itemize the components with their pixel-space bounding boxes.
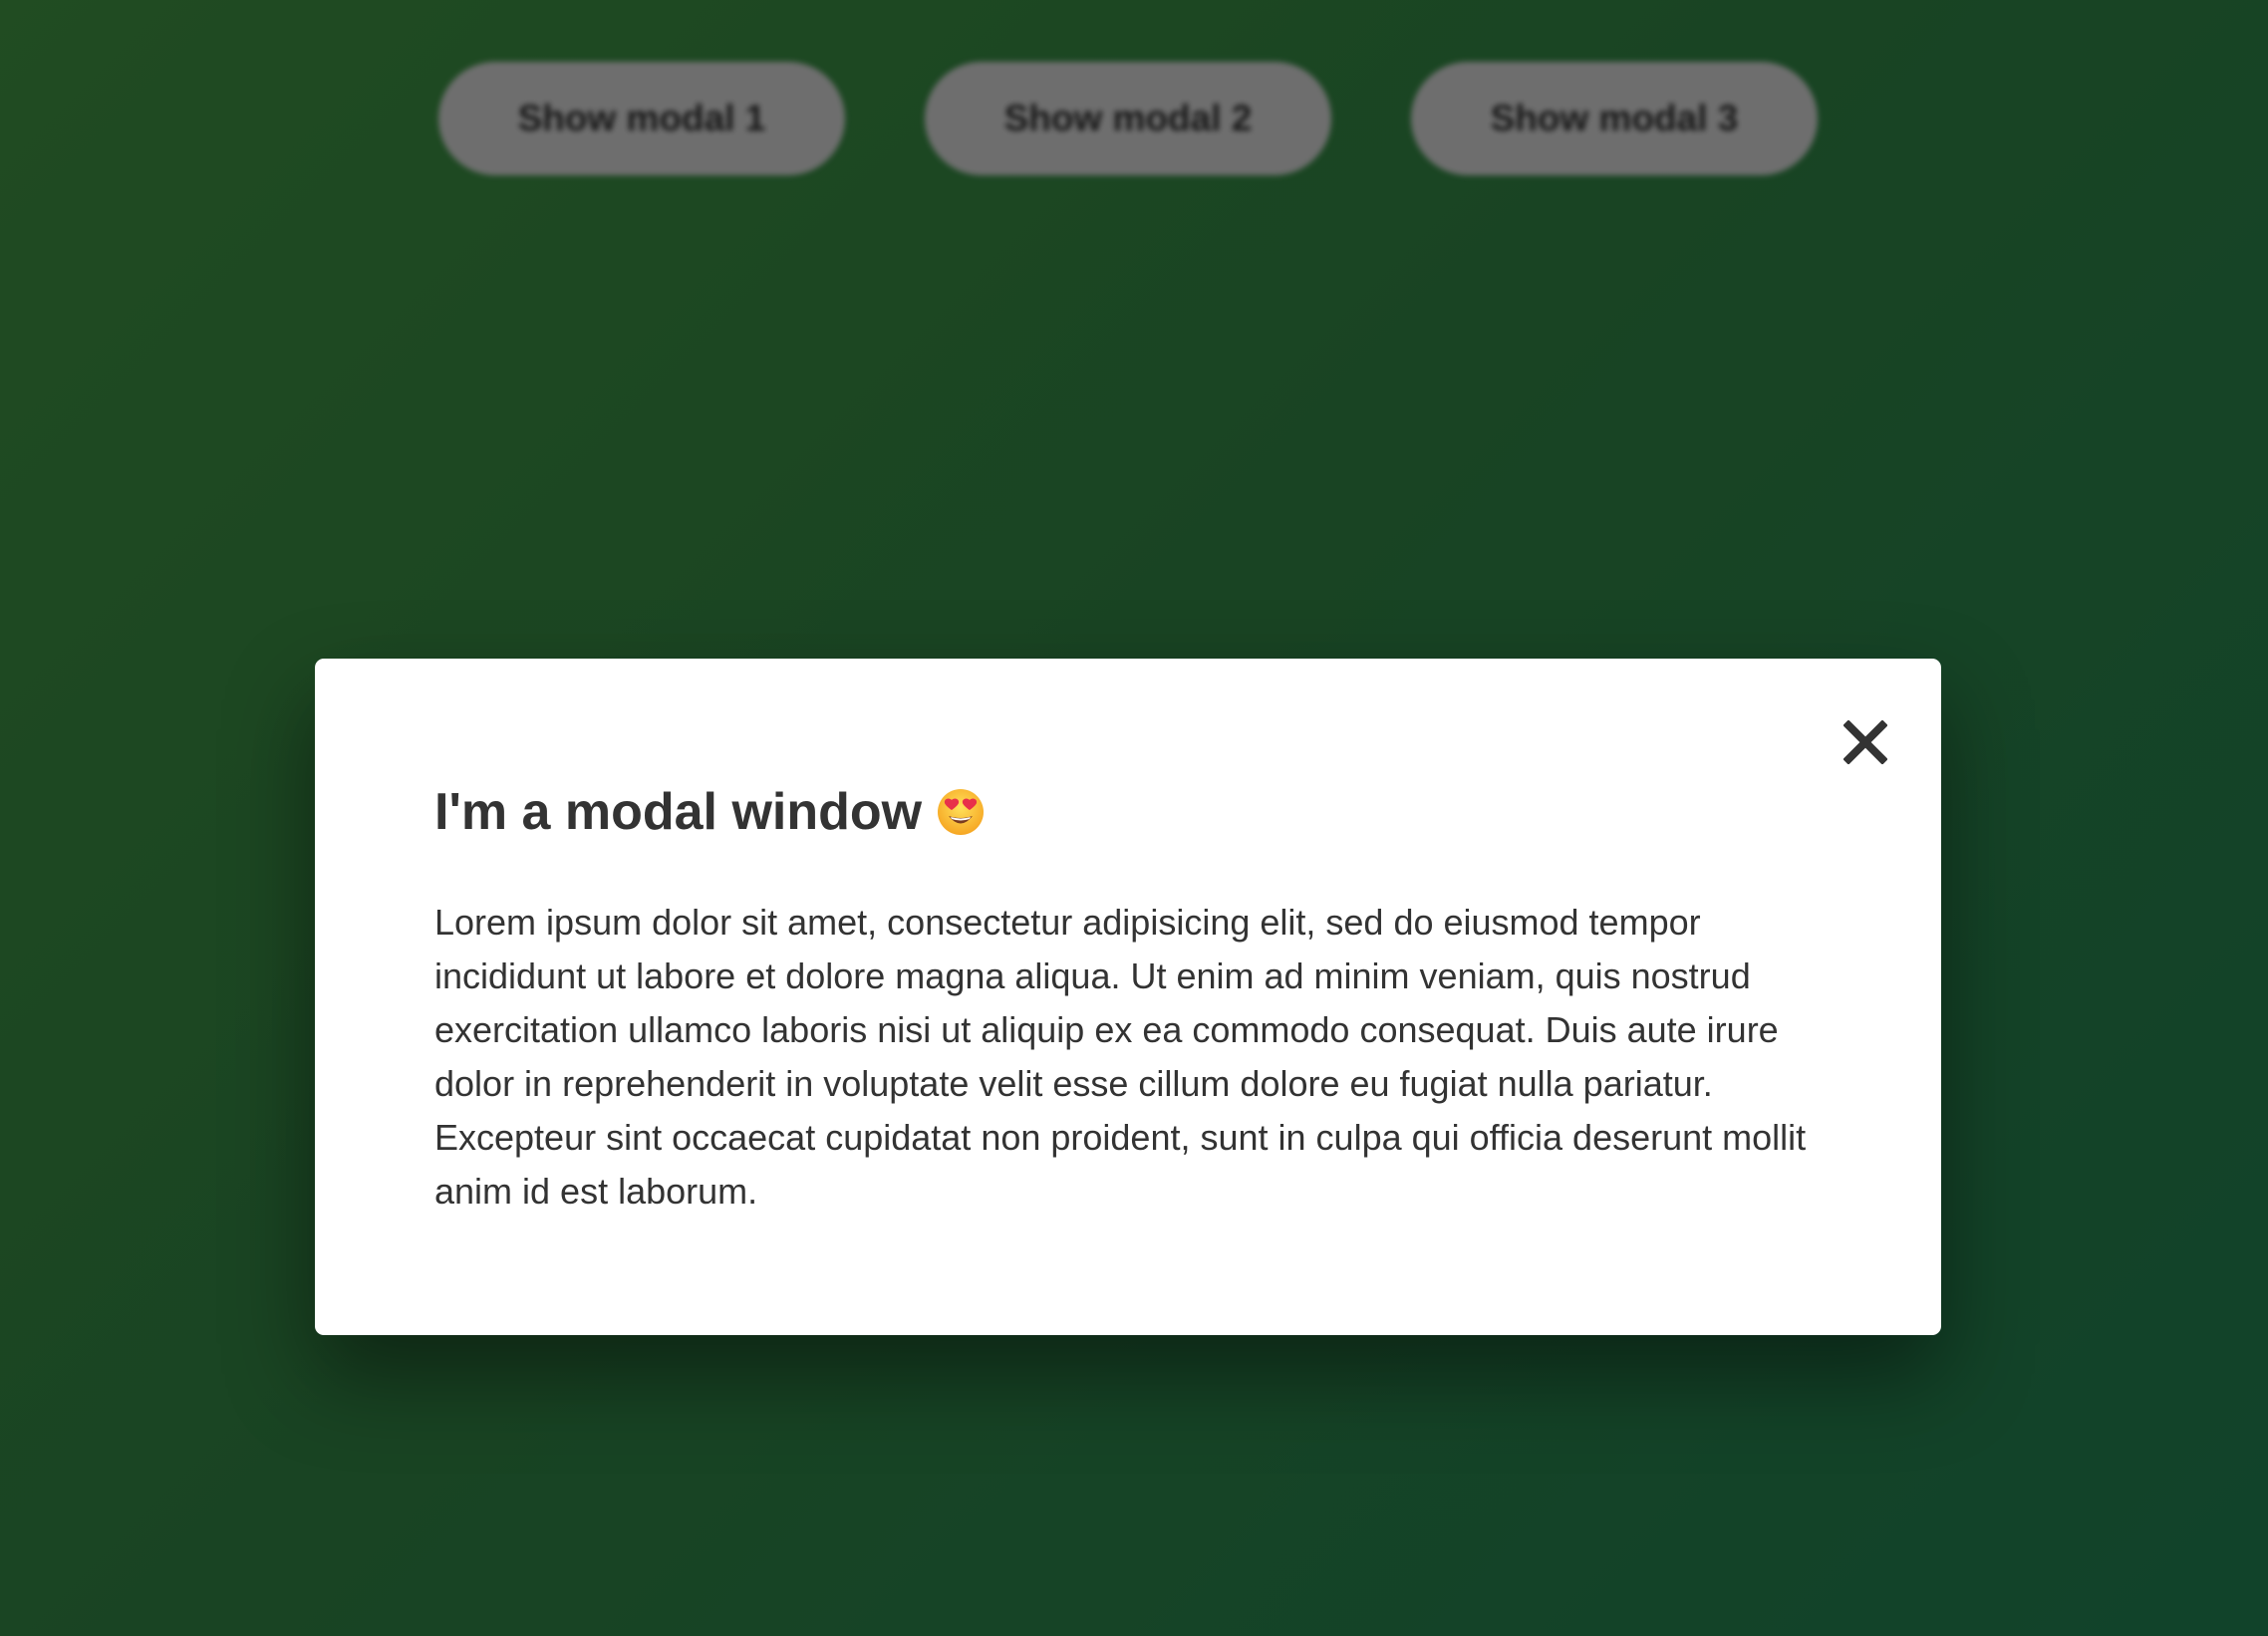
modal-title-text: I'm a modal window (434, 783, 923, 841)
modal-window: I'm a modal window Lorem ipsum dolor sit… (315, 659, 1941, 1335)
close-icon (1843, 720, 1887, 764)
modal-body-text: Lorem ipsum dolor sit amet, consectetur … (434, 902, 1807, 1212)
close-modal-button[interactable] (1834, 710, 1897, 774)
smiling-face-with-heart-eyes-icon (938, 789, 985, 835)
modal-title: I'm a modal window (434, 786, 986, 838)
